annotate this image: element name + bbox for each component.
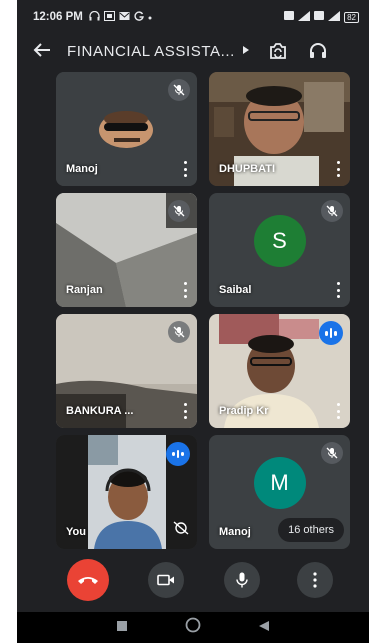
more-vert-icon[interactable] — [181, 403, 189, 419]
avatar: S — [253, 214, 306, 267]
message-icon — [119, 11, 130, 24]
sim-icon — [103, 10, 115, 24]
arrow-back-icon[interactable] — [17, 38, 67, 64]
microphone-button[interactable] — [224, 562, 260, 598]
others-count-badge[interactable]: 16 others — [278, 518, 344, 542]
signal-icon — [298, 10, 311, 24]
call-controls — [17, 557, 369, 607]
back-nav-icon[interactable] — [258, 619, 270, 637]
dot-icon — [148, 12, 152, 23]
mic-off-icon — [321, 200, 343, 222]
participant-tile-others[interactable]: M Manoj 16 others — [209, 435, 350, 549]
app-bar: FINANCIAL ASSISTA... — [17, 34, 369, 68]
more-vert-icon[interactable] — [334, 282, 342, 298]
speaking-indicator-icon — [319, 321, 343, 345]
home-icon[interactable] — [185, 617, 201, 638]
status-indicators: 82 — [284, 10, 359, 24]
participant-name: You — [66, 526, 86, 538]
participant-name: Saibal — [219, 284, 252, 296]
end-call-button[interactable] — [67, 559, 109, 601]
microphone-icon — [236, 572, 248, 588]
battery-icon: 82 — [344, 11, 359, 23]
participant-tile[interactable]: Pradip Kr — [209, 314, 350, 428]
meet-screen: 12:06 PM 82 FINANCIAL ASSISTA... Manoj D… — [17, 0, 369, 643]
more-vert-icon[interactable] — [334, 403, 342, 419]
participant-tile[interactable]: Ranjan — [56, 193, 197, 307]
speaking-indicator-icon — [166, 442, 190, 466]
participant-name: Ranjan — [66, 284, 103, 296]
participant-tile[interactable]: BANKURA ... — [56, 314, 197, 428]
meeting-title[interactable]: FINANCIAL ASSISTA... — [67, 43, 235, 60]
participant-tile[interactable]: S Saibal — [209, 193, 350, 307]
participant-name: Manoj — [66, 163, 98, 175]
participant-name: BANKURA ... — [66, 405, 134, 417]
participant-name: DHUPBATI — [219, 163, 276, 175]
caret-right-icon[interactable] — [242, 45, 249, 57]
participant-tile[interactable]: Manoj — [56, 72, 197, 186]
participant-tile[interactable]: DHUPBATI — [209, 72, 350, 186]
mic-off-icon — [321, 442, 343, 464]
mic-off-icon — [168, 200, 190, 222]
google-icon — [134, 10, 144, 24]
headset-icon — [89, 10, 100, 24]
camera-icon — [157, 574, 174, 586]
more-vert-icon[interactable] — [334, 161, 342, 177]
camera-button[interactable] — [148, 562, 184, 598]
participant-name: Manoj — [219, 526, 251, 538]
more-vert-icon[interactable] — [181, 282, 189, 298]
mic-off-icon — [168, 79, 190, 101]
switch-camera-icon[interactable] — [267, 40, 289, 62]
reactions-icon[interactable] — [173, 521, 189, 540]
status-time: 12:06 PM — [33, 11, 83, 23]
mic-off-icon — [168, 321, 190, 343]
participant-name: Pradip Kr — [219, 405, 269, 417]
headphones-icon[interactable] — [307, 40, 329, 62]
participant-tile-self[interactable]: You — [56, 435, 197, 549]
data-speed-icon — [284, 11, 295, 23]
more-options-button[interactable] — [297, 562, 333, 598]
volte-icon — [314, 11, 325, 23]
status-bar: 12:06 PM 82 — [17, 0, 369, 34]
system-nav-bar — [17, 612, 369, 643]
avatar: M — [253, 456, 306, 509]
more-options-icon — [313, 572, 317, 588]
signal-2-icon — [328, 10, 341, 24]
more-vert-icon[interactable] — [181, 161, 189, 177]
recents-icon[interactable] — [116, 619, 128, 637]
end-call-icon — [78, 577, 98, 584]
